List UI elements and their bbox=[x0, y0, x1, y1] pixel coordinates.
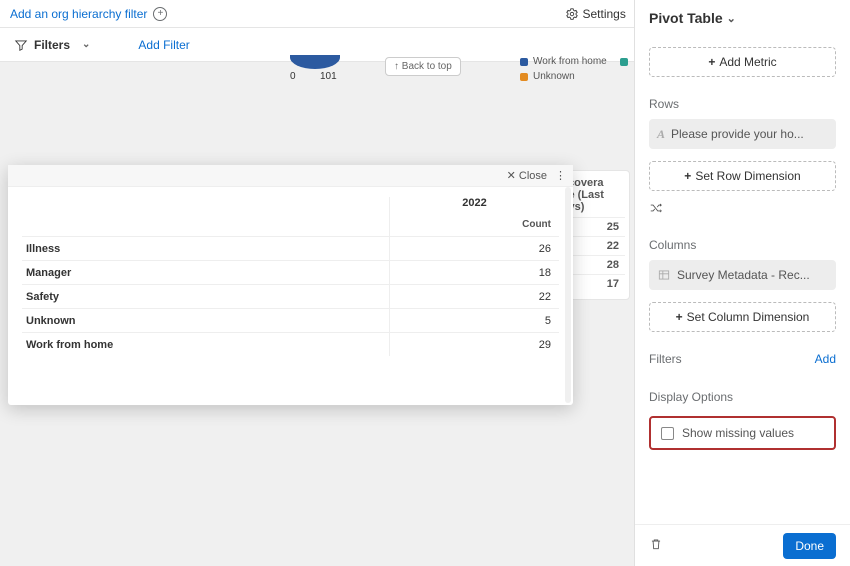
card-value: 22 bbox=[607, 240, 619, 252]
row-label: Safety bbox=[22, 291, 389, 303]
back-to-top-button[interactable]: ↑ Back to top bbox=[385, 57, 461, 76]
row-label: Work from home bbox=[22, 339, 389, 351]
legend-item: Work from home bbox=[520, 56, 628, 67]
modal-body: 2022 Count Illness26Manager18Safety22Unk… bbox=[8, 187, 573, 356]
show-missing-label: Show missing values bbox=[682, 426, 794, 440]
card-value: 25 bbox=[607, 221, 619, 233]
table-row: Work from home29 bbox=[22, 332, 559, 356]
table-header-row: 2022 bbox=[22, 197, 559, 215]
panel-footer: Done bbox=[635, 524, 850, 566]
plus-icon: + bbox=[676, 310, 683, 324]
add-metric-button[interactable]: + Add Metric bbox=[649, 47, 836, 77]
row-label: Unknown bbox=[22, 315, 389, 327]
swatch-icon bbox=[520, 58, 528, 66]
plus-icon: + bbox=[708, 55, 715, 69]
set-column-dimension-button[interactable]: + Set Column Dimension bbox=[649, 302, 836, 332]
legend-label: Unknown bbox=[533, 71, 575, 82]
table-row: Unknown5 bbox=[22, 308, 559, 332]
row-value: 22 bbox=[389, 285, 559, 308]
delete-button[interactable] bbox=[649, 537, 663, 554]
chevron-down-icon: ⌄ bbox=[82, 39, 90, 50]
gauge-min: 0 bbox=[290, 71, 296, 82]
close-label: Close bbox=[519, 170, 547, 182]
add-filter-link[interactable]: Add bbox=[815, 352, 836, 366]
filters-section: Filters Add bbox=[649, 352, 836, 366]
checkbox[interactable] bbox=[661, 427, 674, 440]
settings-label: Settings bbox=[583, 7, 626, 21]
close-icon: ✕ bbox=[507, 169, 516, 182]
scrollbar[interactable] bbox=[565, 187, 571, 403]
add-filter-link[interactable]: Add Filter bbox=[138, 38, 189, 52]
rows-section-label: Rows bbox=[649, 97, 836, 111]
plus-icon: + bbox=[684, 169, 691, 183]
chevron-down-icon: ⌄ bbox=[727, 12, 736, 25]
gear-icon bbox=[565, 7, 579, 21]
kebab-menu[interactable]: ⋮ bbox=[555, 169, 565, 182]
set-row-dimension-button[interactable]: + Set Row Dimension bbox=[649, 161, 836, 191]
row-value: 26 bbox=[389, 237, 559, 260]
row-label: Manager bbox=[22, 267, 389, 279]
legend-item: Unknown bbox=[520, 71, 628, 82]
pivot-preview-modal: ✕ Close ⋮ 2022 Count Illness26Manager18S… bbox=[8, 165, 573, 405]
columns-section-label: Columns bbox=[649, 238, 836, 252]
panel-title-text: Pivot Table bbox=[649, 10, 723, 26]
row-value: 5 bbox=[389, 309, 559, 332]
col-chip-label: Survey Metadata - Rec... bbox=[677, 268, 810, 282]
swatch-icon bbox=[620, 58, 628, 66]
row-label: Illness bbox=[22, 243, 389, 255]
add-org-hierarchy-filter[interactable]: Add an org hierarchy filter + bbox=[10, 7, 167, 21]
pivot-config-panel: Pivot Table ⌄ + Add Metric Rows A Please… bbox=[634, 0, 850, 566]
swatch-icon bbox=[520, 73, 528, 81]
filters-label: Filters bbox=[34, 38, 70, 52]
done-button[interactable]: Done bbox=[783, 533, 836, 559]
card-value: 28 bbox=[607, 259, 619, 271]
add-metric-label: Add Metric bbox=[719, 55, 776, 69]
text-dimension-icon: A bbox=[657, 127, 665, 142]
plus-circle-icon: + bbox=[153, 7, 167, 21]
panel-title[interactable]: Pivot Table ⌄ bbox=[635, 0, 850, 35]
settings-button[interactable]: Settings bbox=[565, 7, 626, 21]
filters-toggle[interactable]: Filters ⌄ bbox=[14, 38, 90, 52]
panel-body: + Add Metric Rows A Please provide your … bbox=[635, 35, 850, 524]
legend-label: Work from home bbox=[533, 56, 607, 67]
table-row: Illness26 bbox=[22, 236, 559, 260]
card-value: 17 bbox=[607, 278, 619, 290]
row-value: 29 bbox=[389, 333, 559, 356]
set-row-dim-label: Set Row Dimension bbox=[695, 169, 800, 183]
show-missing-values-option[interactable]: Show missing values bbox=[649, 416, 836, 450]
table-icon bbox=[657, 268, 671, 282]
display-options-label: Display Options bbox=[649, 390, 836, 404]
legend: Work from home Unknown bbox=[520, 56, 628, 86]
row-chip-label: Please provide your ho... bbox=[671, 127, 804, 141]
shuffle-icon bbox=[649, 201, 663, 215]
org-filter-label: Add an org hierarchy filter bbox=[10, 7, 147, 21]
table-subheader-row: Count bbox=[22, 215, 559, 236]
row-value: 18 bbox=[389, 261, 559, 284]
modal-header: ✕ Close ⋮ bbox=[8, 165, 573, 187]
count-header: Count bbox=[389, 215, 559, 236]
close-button[interactable]: ✕ Close bbox=[507, 169, 547, 182]
gauge-arc bbox=[290, 55, 340, 69]
gauge-remnant: 0 101 ↑ Back to top bbox=[280, 55, 480, 95]
filters-section-label: Filters bbox=[649, 352, 682, 366]
gauge-max: 101 bbox=[320, 71, 337, 82]
funnel-icon bbox=[14, 38, 28, 52]
year-header: 2022 bbox=[389, 197, 559, 215]
table-row: Safety22 bbox=[22, 284, 559, 308]
table-row: Manager18 bbox=[22, 260, 559, 284]
set-col-dim-label: Set Column Dimension bbox=[687, 310, 810, 324]
trash-icon bbox=[649, 537, 663, 551]
column-dimension-chip[interactable]: Survey Metadata - Rec... bbox=[649, 260, 836, 290]
swap-dimensions-button[interactable] bbox=[649, 201, 836, 218]
row-dimension-chip[interactable]: A Please provide your ho... bbox=[649, 119, 836, 149]
